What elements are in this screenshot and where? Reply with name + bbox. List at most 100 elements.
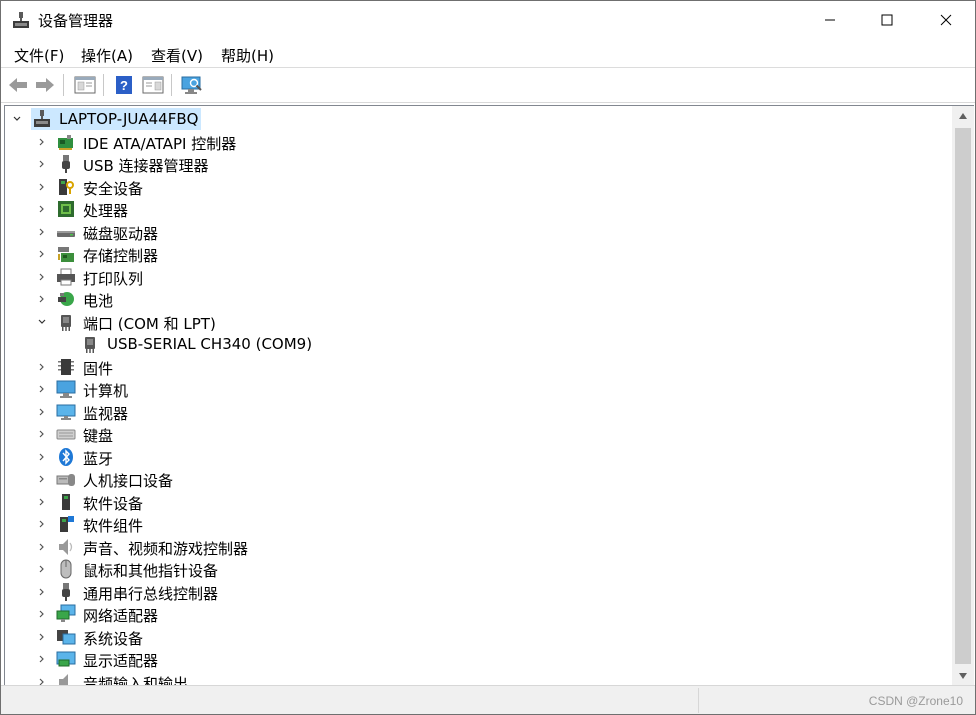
tree-item[interactable]: 软件组件 [5,513,953,535]
forward-arrow-icon [36,78,54,92]
chevron-right-icon[interactable] [37,564,47,574]
device-manager-window: 设备管理器 文件(F) 操作(A) 查看(V) 帮助(H) ? LAPTOP-J… [0,0,976,715]
chevron-right-icon[interactable] [37,272,47,282]
chevron-right-icon[interactable] [37,429,47,439]
tree-item[interactable]: 处理器 [5,198,953,220]
tree-item[interactable]: 人机接口设备 [5,468,953,490]
tree-item-label: 监视器 [83,405,129,423]
chevron-right-icon[interactable] [37,407,47,417]
disk-drive-icon [57,231,75,237]
properties-panel-icon [74,76,96,94]
tree-item[interactable]: 鼠标和其他指针设备 [5,558,953,580]
chevron-right-icon[interactable] [37,249,47,259]
svg-text:?: ? [120,78,128,93]
scroll-up-arrow-icon [959,113,967,119]
chevron-right-icon[interactable] [37,137,47,147]
tree-item[interactable]: 键盘 [5,423,953,445]
tree-item[interactable]: 磁盘驱动器 [5,221,953,243]
chevron-right-icon[interactable] [37,204,47,214]
tree-item[interactable]: 存储控制器 [5,243,953,265]
chevron-right-icon[interactable] [37,452,47,462]
scan-hardware-button[interactable] [180,73,204,97]
tree-item[interactable]: 声音、视频和游戏控制器 [5,536,953,558]
chevron-right-icon[interactable] [37,182,47,192]
tree-item-label: 软件设备 [83,495,144,513]
chevron-right-icon[interactable] [37,632,47,642]
system-device-icon [57,630,76,645]
menu-view[interactable]: 查看(V) [151,45,203,66]
menu-bar: 文件(F) 操作(A) 查看(V) 帮助(H) [1,39,975,67]
chevron-right-icon[interactable] [37,497,47,507]
tree-item[interactable]: IDE ATA/ATAPI 控制器 [5,131,953,153]
maximize-button[interactable] [858,1,916,39]
chevron-right-icon[interactable] [37,227,47,237]
close-button[interactable] [917,1,975,39]
chevron-right-icon[interactable] [37,654,47,664]
display-adapter-icon [56,651,76,667]
tree-item[interactable]: USB 连接器管理器 [5,153,953,175]
usb-connector-icon [62,155,70,173]
tree-item-expanded[interactable]: 端口 (COM 和 LPT) [5,311,953,333]
tree-item-label: 蓝牙 [83,450,114,468]
tree-item[interactable]: 固件 [5,356,953,378]
chevron-right-icon[interactable] [37,587,47,597]
tree-item[interactable]: 网络适配器 [5,603,953,625]
tree-item-label: 端口 (COM 和 LPT) [83,315,216,333]
status-pane [1,688,699,713]
window-title: 设备管理器 [38,12,114,30]
tree-item-label: 网络适配器 [83,607,159,625]
menu-file[interactable]: 文件(F) [14,45,64,66]
tree-item[interactable]: 电池 [5,288,953,310]
close-icon [940,14,952,26]
chevron-right-icon[interactable] [37,294,47,304]
tree-item[interactable]: 蓝牙 [5,446,953,468]
chevron-right-icon[interactable] [37,474,47,484]
tree-item[interactable]: 软件设备 [5,491,953,513]
tree-item-label: 固件 [83,360,114,378]
chevron-right-icon[interactable] [37,519,47,529]
back-arrow-icon [9,78,27,92]
chevron-right-icon[interactable] [37,362,47,372]
tree-item[interactable]: 系统设备 [5,626,953,648]
tree-item-label: USB-SERIAL CH340 (COM9) [107,335,313,353]
maximize-icon [881,14,893,26]
tree-item[interactable]: 监视器 [5,401,953,423]
scroll-down-button[interactable] [952,666,974,686]
help-icon: ? [116,76,132,94]
network-adapter-icon [56,604,76,622]
tree-item[interactable]: 打印队列 [5,266,953,288]
tree-child-item[interactable]: USB-SERIAL CH340 (COM9) [5,333,953,355]
tree-item-label: 磁盘驱动器 [83,225,159,243]
tree-item[interactable]: 安全设备 [5,176,953,198]
speaker-icon [59,539,73,555]
tree-item[interactable]: 通用串行总线控制器 [5,581,953,603]
vertical-scrollbar[interactable] [952,105,974,686]
tree-item[interactable]: 显示适配器 [5,648,953,670]
scroll-thumb[interactable] [955,128,971,664]
minimize-button[interactable] [801,1,859,39]
software-component-icon [60,516,74,532]
tree-item-label: 软件组件 [83,517,144,535]
chevron-down-icon[interactable] [37,317,47,327]
tree-root[interactable]: LAPTOP-JUA44FBQ [5,108,953,130]
tree-item-label: USB 连接器管理器 [83,157,209,175]
toolbar-separator [63,74,64,96]
back-button[interactable] [6,73,30,97]
tree-item[interactable]: 计算机 [5,378,953,400]
tree-item-label: 人机接口设备 [83,472,174,490]
forward-button[interactable] [33,73,57,97]
chevron-right-icon[interactable] [37,159,47,169]
menu-help[interactable]: 帮助(H) [221,45,274,66]
scroll-up-button[interactable] [952,106,974,126]
usb-controller-icon [62,583,70,601]
chevron-right-icon[interactable] [37,542,47,552]
action-pane-icon [142,76,164,94]
chevron-down-icon[interactable] [12,114,22,124]
action-pane-button[interactable] [141,73,165,97]
menu-action[interactable]: 操作(A) [81,45,133,66]
help-button[interactable]: ? [112,73,136,97]
toolbar: ? [1,67,975,103]
chevron-right-icon[interactable] [37,609,47,619]
chevron-right-icon[interactable] [37,384,47,394]
properties-button[interactable] [73,73,97,97]
